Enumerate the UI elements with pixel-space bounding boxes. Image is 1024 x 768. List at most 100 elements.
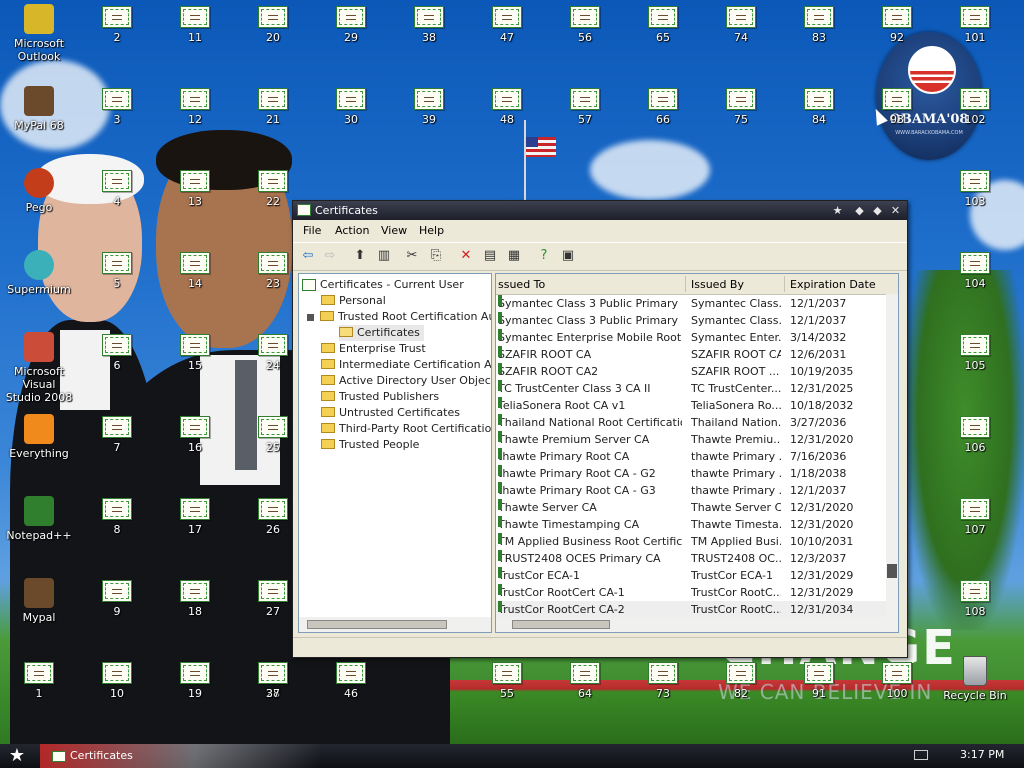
desktop-certificate-file[interactable]: 38 xyxy=(394,6,464,44)
keyboard-icon[interactable] xyxy=(914,750,928,760)
desktop-certificate-file[interactable]: 74 xyxy=(706,6,776,44)
desktop-certificate-file[interactable]: 48 xyxy=(472,88,542,126)
desktop-certificate-file[interactable]: 8 xyxy=(82,498,152,536)
scrollbar-thumb[interactable] xyxy=(307,620,447,629)
desktop-certificate-file[interactable]: 57 xyxy=(550,88,620,126)
desktop-certificate-file[interactable]: 108 xyxy=(940,580,1010,618)
desktop-certificate-file[interactable]: 2 xyxy=(82,6,152,44)
desktop-certificate-file[interactable]: 93 xyxy=(862,88,932,126)
delete-icon[interactable]: ✕ xyxy=(457,247,475,265)
clock[interactable]: 3:17 PM xyxy=(960,748,1004,761)
desktop-certificate-file[interactable]: 29 xyxy=(316,6,386,44)
view-icon[interactable]: ▣ xyxy=(559,247,577,265)
column-issued-by[interactable]: Issued By xyxy=(691,278,744,291)
desktop-certificate-file[interactable]: 92 xyxy=(862,6,932,44)
desktop-certificate-file[interactable]: 30 xyxy=(316,88,386,126)
table-row[interactable]: SZAFIR ROOT CA2 SZAFIR ROOT ... 10/19/2035 xyxy=(496,363,886,380)
table-row[interactable]: Symantec Enterprise Mobile Root ... Syman… xyxy=(496,329,886,346)
desktop-certificate-file[interactable]: 1 xyxy=(4,662,74,700)
desktop-certificate-file[interactable]: 18 xyxy=(160,580,230,618)
cut-icon[interactable]: ✂ xyxy=(403,247,421,265)
help-icon[interactable]: ? xyxy=(535,247,553,265)
window-titlebar[interactable]: Certificates ★ ◆ ◆ ✕ xyxy=(293,201,907,220)
menu-help[interactable]: Help xyxy=(419,224,444,237)
tree-node-enterprise-trust[interactable]: Enterprise Trust xyxy=(321,341,426,357)
desktop-certificate-file[interactable]: 100 xyxy=(862,662,932,700)
desktop-certificate-file[interactable]: 17 xyxy=(160,498,230,536)
scrollbar-thumb[interactable] xyxy=(512,620,610,629)
table-row[interactable]: Symantec Class 3 Public Primary C... Syma… xyxy=(496,295,886,312)
copy-icon[interactable]: ⎘ xyxy=(427,247,445,265)
desktop-certificate-file[interactable]: 84 xyxy=(784,88,854,126)
start-button[interactable]: ★ xyxy=(6,746,28,766)
desktop-app-shortcut[interactable]: Microsoft Outlook xyxy=(4,4,74,63)
column-expiration-date[interactable]: Expiration Date xyxy=(790,278,876,291)
desktop-certificate-file[interactable]: 47 xyxy=(472,6,542,44)
desktop-app-shortcut[interactable]: Supermium xyxy=(4,250,74,296)
tree-node-root[interactable]: Certificates - Current User xyxy=(302,277,464,293)
table-row[interactable]: TrustCor RootCert CA-2 TrustCor RootC... 1… xyxy=(496,601,886,618)
desktop-certificate-file[interactable]: 82 xyxy=(706,662,776,700)
tree-node-certificates[interactable]: Certificates xyxy=(339,325,424,341)
tree-node-personal[interactable]: Personal xyxy=(321,293,386,309)
table-row[interactable]: Thawte Premium Server CA Thawte Premiu...… xyxy=(496,431,886,448)
desktop-certificate-file[interactable]: 73 xyxy=(628,662,698,700)
desktop-certificate-file[interactable]: 14 xyxy=(160,252,230,290)
table-row[interactable]: TM Applied Business Root Certificate TM A… xyxy=(496,533,886,550)
tree-node-trusted-publishers[interactable]: Trusted Publishers xyxy=(321,389,439,405)
table-row[interactable]: Thawte Server CA Thawte Server CA 12/31/20… xyxy=(496,499,886,516)
desktop-certificate-file[interactable]: 103 xyxy=(940,170,1010,208)
tree-horizontal-scrollbar[interactable] xyxy=(299,617,491,632)
desktop-certificate-file[interactable]: 6 xyxy=(82,334,152,372)
tree-node-trusted-root[interactable]: Trusted Root Certification Authorities xyxy=(307,309,491,325)
table-row[interactable]: Thawte Timestamping CA Thawte Timesta... 1… xyxy=(496,516,886,533)
close-button[interactable]: ✕ xyxy=(888,203,903,218)
show-hide-tree-icon[interactable]: ▥ xyxy=(375,247,393,265)
scrollbar-thumb[interactable] xyxy=(887,564,897,578)
tree-node-untrusted[interactable]: Untrusted Certificates xyxy=(321,405,460,421)
table-row[interactable]: TrustCor RootCert CA-1 TrustCor RootC... 1… xyxy=(496,584,886,601)
table-row[interactable]: TRUST2408 OCES Primary CA TRUST2408 OC...… xyxy=(496,550,886,567)
desktop-app-shortcut[interactable]: Pego xyxy=(4,168,74,214)
menu-action[interactable]: Action xyxy=(335,224,369,237)
back-arrow-icon[interactable]: ⇦ xyxy=(299,247,317,265)
desktop-certificate-file[interactable]: 46 xyxy=(316,662,386,700)
table-row[interactable]: TC TrustCenter Class 3 CA II TC TrustCent… xyxy=(496,380,886,397)
desktop-certificate-file[interactable]: 16 xyxy=(160,416,230,454)
export-list-icon[interactable]: ▦ xyxy=(505,247,523,265)
star-icon[interactable]: ★ xyxy=(830,203,845,218)
menu-view[interactable]: View xyxy=(381,224,407,237)
collapse-icon[interactable] xyxy=(307,313,314,321)
desktop-certificate-file[interactable]: 106 xyxy=(940,416,1010,454)
desktop-certificate-file[interactable]: 13 xyxy=(160,170,230,208)
desktop-certificate-file[interactable]: 9 xyxy=(82,580,152,618)
desktop-certificate-file[interactable]: 66 xyxy=(628,88,698,126)
table-row[interactable]: Thailand National Root Certification... T… xyxy=(496,414,886,431)
tree-node-trusted-people[interactable]: Trusted People xyxy=(321,437,419,453)
desktop-certificate-file[interactable]: 11 xyxy=(160,6,230,44)
desktop-certificate-file[interactable]: 3 xyxy=(82,88,152,126)
column-issued-to[interactable]: ssued To xyxy=(498,278,545,291)
desktop-certificate-file[interactable]: 107 xyxy=(940,498,1010,536)
desktop-certificate-file[interactable]: 10 xyxy=(82,662,152,700)
table-row[interactable]: TeliaSonera Root CA v1 TeliaSonera Ro... 1… xyxy=(496,397,886,414)
desktop-certificate-file[interactable]: 101 xyxy=(940,6,1010,44)
desktop-certificate-file[interactable]: 12 xyxy=(160,88,230,126)
desktop-certificate-file[interactable]: 5 xyxy=(82,252,152,290)
desktop-certificate-file[interactable]: 7 xyxy=(82,416,152,454)
table-row[interactable]: thawte Primary Root CA thawte Primary ...… xyxy=(496,448,886,465)
list-vertical-scrollbar[interactable] xyxy=(886,294,898,617)
column-divider[interactable] xyxy=(685,276,686,292)
menu-file[interactable]: File xyxy=(303,224,321,237)
desktop-certificate-file[interactable]: 104 xyxy=(940,252,1010,290)
desktop-certificate-file[interactable]: 55 xyxy=(472,662,542,700)
desktop-app-shortcut[interactable]: Microsoft Visual Studio 2008 xyxy=(4,332,74,404)
properties-icon[interactable]: ▤ xyxy=(481,247,499,265)
forward-arrow-icon[interactable]: ⇨ xyxy=(321,247,339,265)
column-divider[interactable] xyxy=(784,276,785,292)
table-row[interactable]: SZAFIR ROOT CA SZAFIR ROOT CA 12/6/2031 xyxy=(496,346,886,363)
list-horizontal-scrollbar[interactable] xyxy=(496,617,898,632)
desktop-app-shortcut[interactable]: Everything xyxy=(4,414,74,460)
table-row[interactable]: TrustCor ECA-1 TrustCor ECA-1 12/31/2029 xyxy=(496,567,886,584)
recycle-bin[interactable]: Recycle Bin xyxy=(940,656,1010,702)
